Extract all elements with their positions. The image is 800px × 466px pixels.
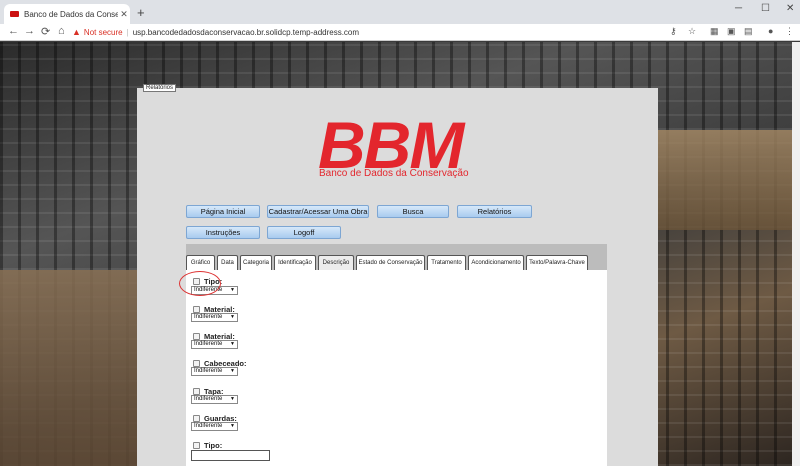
not-secure-label: Not secure [83, 27, 123, 37]
dropdown-arrow-icon: ▼ [230, 314, 235, 320]
select-value: Indiferente [194, 314, 223, 320]
tipo-text-input[interactable] [191, 450, 270, 461]
dropdown-arrow-icon: ▼ [230, 396, 235, 402]
cabeceado-checkbox[interactable] [193, 360, 200, 367]
browser-tab[interactable]: Banco de Dados da Conservação ✕ [4, 4, 130, 24]
close-window-icon[interactable]: ✕ [786, 3, 794, 14]
material-2-select[interactable]: Indiferente ▼ [191, 340, 238, 349]
minimize-icon[interactable]: ─ [735, 3, 742, 14]
extension-icon[interactable]: ▦ [710, 26, 719, 37]
home-icon[interactable]: ⌂ [58, 25, 65, 37]
tab-identificacao[interactable]: Identificação [274, 255, 316, 270]
url-text: usp.bancodedadosdaconservacao.br.solidcp… [132, 27, 360, 37]
background-image [655, 130, 800, 230]
browser-tab-title: Banco de Dados da Conservação [24, 9, 118, 19]
select-value: Indiferente [194, 396, 223, 402]
address-bar[interactable]: ▲ Not secure | usp.bancodedadosdaconserv… [72, 25, 359, 39]
extension-icon[interactable]: ▤ [744, 26, 753, 37]
profile-avatar-icon[interactable]: ● [768, 26, 773, 36]
scrollbar[interactable] [792, 42, 800, 466]
close-tab-icon[interactable]: ✕ [118, 9, 130, 20]
material-checkbox[interactable] [193, 306, 200, 313]
background-image [0, 270, 140, 466]
warning-icon: ▲ [72, 27, 81, 37]
tapa-select[interactable]: Indiferente ▼ [191, 395, 238, 404]
field-label: Tipo: [204, 441, 223, 450]
tab-texto-palavra-chave[interactable]: Texto/Palavra-Chave [526, 255, 588, 270]
site-favicon-icon [10, 11, 19, 17]
dropdown-arrow-icon: ▼ [230, 287, 235, 293]
material-2-checkbox[interactable] [193, 333, 200, 340]
maximize-icon[interactable]: ☐ [761, 3, 770, 14]
forward-icon[interactable]: → [24, 25, 35, 37]
tab-estado-de-conservacao[interactable]: Estado de Conservação [356, 255, 425, 270]
reload-icon[interactable]: ⟳ [41, 25, 50, 38]
tipo-2-checkbox[interactable] [193, 442, 200, 449]
search-button[interactable]: Busca [377, 205, 449, 218]
register-work-button[interactable]: Cadastrar/Acessar Uma Obra [267, 205, 369, 218]
home-button[interactable]: Página Inicial [186, 205, 260, 218]
field-tipo-2: Tipo: [193, 441, 222, 450]
dropdown-arrow-icon: ▼ [230, 368, 235, 374]
tab-categoria[interactable]: Categoria [240, 255, 272, 270]
tab-grafico[interactable]: Gráfico [186, 255, 215, 270]
tab-tratamento[interactable]: Tratamento [427, 255, 466, 270]
key-icon[interactable]: ⚷ [670, 26, 677, 37]
address-separator: | [126, 27, 129, 37]
instructions-button[interactable]: Instruções [186, 226, 260, 239]
browser-tab-bar: Banco de Dados da Conservação ✕ + ─ ☐ ✕ [0, 0, 800, 24]
select-value: Indiferente [194, 423, 223, 429]
cabeceado-select[interactable]: Indiferente ▼ [191, 367, 238, 376]
tab-data[interactable]: Data [217, 255, 238, 270]
browser-toolbar: ← → ⟳ ⌂ ▲ Not secure | usp.bancodedadosd… [0, 24, 800, 41]
select-value: Indiferente [194, 368, 223, 374]
tab-descricao[interactable]: Descrição [318, 255, 354, 270]
back-icon[interactable]: ← [8, 25, 19, 37]
tooltip: Relatórios [143, 84, 177, 92]
extension-icon[interactable]: ▣ [727, 26, 736, 37]
menu-icon[interactable]: ⋮ [785, 26, 794, 37]
select-value: Indiferente [194, 341, 223, 347]
guardas-select[interactable]: Indiferente ▼ [191, 422, 238, 431]
material-select[interactable]: Indiferente ▼ [191, 313, 238, 322]
highlight-circle [179, 271, 221, 296]
tapa-checkbox[interactable] [193, 388, 200, 395]
dropdown-arrow-icon: ▼ [230, 423, 235, 429]
logo-subtitle: Banco de Dados da Conservação [319, 168, 469, 179]
reports-button[interactable]: Relatórios [457, 205, 532, 218]
tab-acondicionamento[interactable]: Acondicionamento [468, 255, 524, 270]
tab-content-area [186, 270, 607, 466]
logoff-button[interactable]: Logoff [267, 226, 341, 239]
new-tab-button[interactable]: + [137, 5, 145, 20]
star-icon[interactable]: ☆ [688, 26, 696, 37]
dropdown-arrow-icon: ▼ [230, 341, 235, 347]
guardas-checkbox[interactable] [193, 415, 200, 422]
